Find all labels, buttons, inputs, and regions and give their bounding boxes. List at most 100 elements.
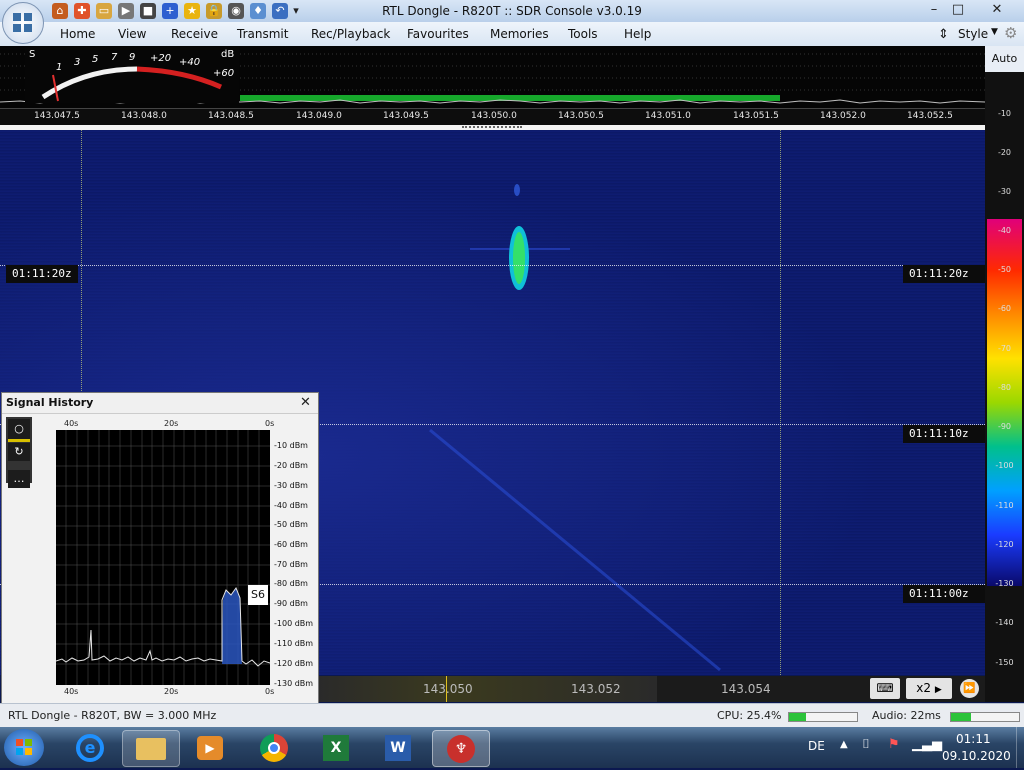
level-tick: -60: [997, 304, 1012, 313]
bottom-freq-label: 143.050: [423, 682, 473, 696]
s-meter-tick: 7: [111, 52, 118, 63]
color-scale-bar: [987, 219, 1022, 586]
history-axis-top: 20s: [164, 419, 179, 428]
menu-receive[interactable]: Receive: [171, 27, 218, 41]
frequency-scale[interactable]: 143.047.5 143.048.0 143.048.5 143.049.0 …: [0, 108, 985, 126]
time-label-right: 01:11:00z: [903, 585, 985, 603]
db-axis-label: -130 dBm: [274, 679, 314, 688]
signal-bars-icon[interactable]: ▁▃▅: [912, 737, 942, 752]
level-tick: -100: [995, 461, 1014, 470]
flag-icon[interactable]: ⚑: [888, 737, 900, 752]
bottom-freq-label: 143.054: [721, 682, 771, 696]
close-button[interactable]: ✕: [974, 0, 1020, 20]
db-axis-label: -10 dBm: [274, 441, 308, 450]
level-tick: -30: [997, 187, 1012, 196]
level-tick: -120: [995, 540, 1014, 549]
menu-transmit[interactable]: Transmit: [237, 27, 288, 41]
db-axis-label: -60 dBm: [274, 540, 308, 549]
zoom-arrow-icon: ▶: [934, 685, 942, 695]
chrome-icon[interactable]: [246, 730, 302, 765]
db-axis-label: -90 dBm: [274, 599, 308, 608]
history-axis-bottom: 20s: [164, 687, 179, 696]
style-chevron-icon[interactable]: ▼: [991, 27, 998, 37]
signal-history-panel[interactable]: Signal History ✕ ○ ↻ … 40s 20s 0s S6 -10…: [1, 392, 319, 705]
keyboard-icon[interactable]: ⌨: [870, 678, 900, 699]
signal-history-plot: S6: [55, 430, 271, 685]
freq-tick: 143.048.5: [208, 111, 254, 121]
menu-home[interactable]: Home: [60, 27, 95, 41]
audio-status: Audio: 22ms: [872, 709, 941, 722]
db-axis-label: -80 dBm: [274, 579, 308, 588]
level-tick: -110: [995, 501, 1014, 510]
level-tick: -150: [995, 658, 1014, 667]
time-label-left: 01:11:20z: [6, 265, 78, 283]
history-axis-bottom: 0s: [265, 687, 275, 696]
maximize-button[interactable]: □: [948, 0, 968, 20]
menu-memories[interactable]: Memories: [490, 27, 549, 41]
usb-icon[interactable]: ⌷: [862, 737, 870, 752]
excel-icon[interactable]: X: [308, 730, 364, 765]
auto-button[interactable]: Auto: [985, 46, 1024, 72]
more-button[interactable]: …: [8, 470, 30, 488]
media-player-icon[interactable]: ▶: [182, 730, 238, 765]
zoom-selector[interactable]: x2 ▶: [906, 678, 952, 699]
db-axis-label: -110 dBm: [274, 639, 314, 648]
sdr-console-icon[interactable]: ♆: [432, 730, 490, 767]
s-meter-tick: +40: [179, 57, 201, 68]
db-axis-label: -100 dBm: [274, 619, 314, 628]
freq-tick: 143.051.0: [645, 111, 691, 121]
cpu-meter-fill: [789, 713, 807, 721]
freq-tick: 143.051.5: [733, 111, 779, 121]
s-meter-tick: 5: [92, 54, 99, 65]
time-marker-line: [0, 265, 985, 266]
menu-tools[interactable]: Tools: [568, 27, 598, 41]
show-desktop-button[interactable]: [1016, 727, 1024, 768]
cpu-meter: [788, 712, 858, 722]
level-scale[interactable]: Auto -10 -20 -30 -40 -50 -60 -70 -80 -90…: [985, 46, 1024, 702]
clock-date[interactable]: 09.10.2020: [942, 749, 1011, 763]
s-meter-tick: 1: [56, 62, 63, 73]
gear-icon[interactable]: ⚙: [1004, 24, 1017, 42]
signal-history-title: Signal History: [6, 396, 94, 409]
s-meter-s-label: S: [29, 49, 36, 60]
file-explorer-icon[interactable]: [122, 730, 180, 767]
peak-button[interactable]: ○: [8, 419, 30, 442]
audio-meter: [950, 712, 1020, 722]
style-arrows-icon[interactable]: ⇕: [938, 27, 949, 42]
word-icon[interactable]: W: [370, 730, 426, 765]
menu-help[interactable]: Help: [624, 27, 651, 41]
db-axis-label: -30 dBm: [274, 481, 308, 490]
reset-button[interactable]: ↻: [8, 443, 30, 461]
window-title: RTL Dongle - R820T :: SDR Console v3.0.1…: [382, 4, 642, 18]
s-meter: S dB 1 3 5 7 9 +20 +40 +60: [25, 47, 239, 103]
freq-tick: 143.048.0: [121, 111, 167, 121]
title-bar: ⌂ ✚ ▭ ▶ ■ + ★ 🔒 ◉ ♦ ↶ ▾ RTL Dongle - R82…: [0, 0, 1024, 23]
db-axis-label: -50 dBm: [274, 520, 308, 529]
menu-rec-playback[interactable]: Rec/Playback: [311, 27, 390, 41]
db-axis-label: -120 dBm: [274, 659, 314, 668]
history-axis-top: 40s: [64, 419, 79, 428]
bottom-frequency-bar[interactable]: 143.050 143.052 143.054 ⌨ x2 ▶ ⏩: [317, 676, 985, 702]
s-meter-tick: +20: [150, 53, 172, 64]
style-menu[interactable]: Style: [958, 27, 988, 41]
menu-favourites[interactable]: Favourites: [407, 27, 469, 41]
passband-edge-right: [780, 130, 781, 675]
time-label-right: 01:11:20z: [903, 265, 985, 283]
fast-forward-button[interactable]: ⏩: [960, 679, 979, 698]
minimize-button[interactable]: –: [924, 0, 944, 20]
clock-time[interactable]: 01:11: [956, 732, 991, 746]
tray-expand-icon[interactable]: ▲: [840, 739, 848, 750]
history-axis-bottom: 40s: [64, 687, 79, 696]
taskbar: e ▶ X W ♆ DE ▲ ⌷ ⚑ ▁▃▅ 01:11 09.10.2020: [0, 727, 1024, 768]
close-icon[interactable]: ✕: [300, 395, 311, 410]
status-bar: RTL Dongle - R820T, BW = 3.000 MHz CPU: …: [0, 703, 1024, 728]
device-status: RTL Dongle - R820T, BW = 3.000 MHz: [8, 709, 217, 722]
app-logo-icon: [13, 13, 32, 32]
freq-tick: 143.047.5: [34, 111, 80, 121]
language-indicator[interactable]: DE: [808, 739, 825, 753]
app-menu-button[interactable]: [2, 2, 44, 44]
menu-bar: Home View Receive Transmit Rec/Playback …: [0, 22, 1024, 47]
start-button[interactable]: [4, 729, 44, 766]
menu-view[interactable]: View: [118, 27, 146, 41]
internet-explorer-icon[interactable]: e: [62, 730, 118, 765]
